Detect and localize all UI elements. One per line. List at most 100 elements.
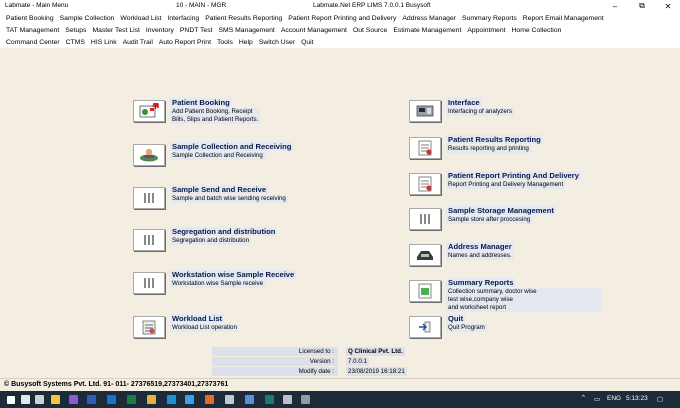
excel-icon[interactable] xyxy=(124,393,138,406)
menu-audit-trail[interactable]: Audit Trail xyxy=(120,39,156,46)
minimize-button[interactable]: – xyxy=(604,0,626,12)
menu-workload-list[interactable]: Workload List xyxy=(117,15,164,22)
tray-icon[interactable]: ▭ xyxy=(594,395,600,403)
sample-send-button[interactable] xyxy=(133,187,165,209)
tile-title: Interface xyxy=(446,98,482,107)
menu-row-3: Command Center CTMS HIS Link Audit Trail… xyxy=(3,36,317,48)
app-icon[interactable] xyxy=(222,393,236,406)
menu-his-link[interactable]: HIS Link xyxy=(88,39,120,46)
tile-title: Summary Reports xyxy=(446,278,516,287)
workstation-button[interactable] xyxy=(133,272,165,294)
start-icon[interactable] xyxy=(4,393,18,406)
version-value: 7.0.0.1 xyxy=(346,357,369,366)
desc-line: Sample and batch wise sending receiving xyxy=(172,195,286,202)
menu-row-2: TAT Management Setups Master Test List I… xyxy=(3,24,564,36)
desc-line: Bills, Slips and Patient Reports. xyxy=(172,116,259,123)
menu-results-reporting[interactable]: Patient Results Reporting xyxy=(202,15,285,22)
app-icon-3[interactable] xyxy=(298,393,312,406)
sample-collection-button[interactable] xyxy=(133,144,165,166)
tray-chevron-icon[interactable]: ^ xyxy=(582,395,585,401)
collection-icon xyxy=(140,148,158,162)
menu-home-collection[interactable]: Home Collection xyxy=(509,27,565,34)
results-button[interactable] xyxy=(409,137,441,159)
firefox-icon[interactable] xyxy=(202,393,216,406)
menu-report-printing[interactable]: Patient Report Printing and Delivery xyxy=(285,15,399,22)
menu-ctms[interactable]: CTMS xyxy=(63,39,88,46)
phone-icon xyxy=(417,251,433,260)
modify-label: Modify date : xyxy=(212,367,338,376)
publisher-icon[interactable] xyxy=(262,393,276,406)
quit-button[interactable] xyxy=(409,316,441,338)
task-view-icon[interactable] xyxy=(32,393,46,406)
desc-line: Report Printing and Delivery Management xyxy=(448,181,564,188)
edge-icon[interactable] xyxy=(164,393,178,406)
summary-button[interactable] xyxy=(409,280,441,302)
desc-line: Interfacing of analyzers xyxy=(448,108,512,115)
workload-button[interactable] xyxy=(133,316,165,338)
menu-tools[interactable]: Tools xyxy=(214,39,236,46)
menu-switch-user[interactable]: Switch User xyxy=(256,39,298,46)
menu-sms-management[interactable]: SMS Management xyxy=(216,27,278,34)
product-title: Labmate.Net ERP LIMS 7.0.0.1 Busysoft xyxy=(313,2,431,9)
menu-help[interactable]: Help xyxy=(236,39,256,46)
segregation-button[interactable] xyxy=(133,229,165,251)
clock[interactable]: 5:13:23 xyxy=(626,395,648,402)
desc-line: Results reporting and printing xyxy=(448,145,529,152)
copyright-text: © Busysoft Systems Pvt. Ltd. 91- 011- 27… xyxy=(4,381,229,388)
desc-line: Names and addresses. xyxy=(448,252,512,259)
tile-description: Names and addresses. xyxy=(446,252,514,260)
tile-description: Results reporting and printing xyxy=(446,145,531,153)
tile-title: Patient Booking xyxy=(170,98,232,107)
menu-command-center[interactable]: Command Center xyxy=(3,39,63,46)
language-indicator[interactable]: ENG xyxy=(607,395,621,402)
desc-line: Collection summary, doctor wise xyxy=(448,288,537,295)
menu-inventory[interactable]: Inventory xyxy=(143,27,177,34)
desc-line: test wise,company wise xyxy=(448,296,513,303)
menu-pndt-test[interactable]: PNDT Test xyxy=(177,27,216,34)
tile-description: Interfacing of analyzers xyxy=(446,108,514,116)
patient-booking-button[interactable] xyxy=(133,100,165,122)
menu-sample-collection[interactable]: Sample Collection xyxy=(57,15,118,22)
menu-tat-management[interactable]: TAT Management xyxy=(3,27,62,34)
report-printing-button[interactable] xyxy=(409,173,441,195)
menu-summary-reports[interactable]: Summary Reports xyxy=(459,15,520,22)
tile-description: Sample and batch wise sending receiving xyxy=(170,195,288,203)
app-icon-2[interactable] xyxy=(242,393,256,406)
notification-icon[interactable]: ▢ xyxy=(657,395,663,403)
menu-patient-booking[interactable]: Patient Booking xyxy=(3,15,57,22)
interface-button[interactable] xyxy=(409,100,441,122)
ie-icon[interactable] xyxy=(182,393,196,406)
maximize-button[interactable]: ⧉ xyxy=(631,0,653,12)
storage-button[interactable] xyxy=(409,208,441,230)
menu-auto-report-print[interactable]: Auto Report Print xyxy=(156,39,214,46)
menu-interfacing[interactable]: Interfacing xyxy=(164,15,202,22)
word-icon[interactable] xyxy=(84,393,98,406)
menu-report-email[interactable]: Report Email Management xyxy=(520,15,607,22)
menu-estimate-management[interactable]: Estimate Management xyxy=(390,27,464,34)
tile-description: Workstation wise Sample receive xyxy=(170,280,266,288)
report-icon xyxy=(418,140,432,156)
version-row: Version : 7.0.0.1 xyxy=(212,357,410,366)
close-button[interactable]: ✕ xyxy=(657,0,679,12)
chrome-icon[interactable] xyxy=(144,393,158,406)
desc-line: Sample Collection and Receiving xyxy=(172,152,263,159)
license-row: Licensed to : Q Clinical Pvt. Ltd. xyxy=(212,347,410,356)
search-icon[interactable] xyxy=(18,393,32,406)
app-title: Labmate - Main Menu xyxy=(5,2,69,9)
outlook-icon[interactable] xyxy=(104,393,118,406)
visual-studio-icon[interactable] xyxy=(66,393,80,406)
menu-appointment[interactable]: Appointment xyxy=(464,27,508,34)
analyzer-icon xyxy=(416,105,434,117)
menu-address-manager[interactable]: Address Manager xyxy=(399,15,459,22)
menu-quit[interactable]: Quit xyxy=(298,39,316,46)
explorer-icon[interactable] xyxy=(48,393,62,406)
menu-out-source[interactable]: Out Source xyxy=(350,27,390,34)
modify-row: Modify date : 23/08/2019 16:18:21 xyxy=(212,367,410,376)
menu-account-management[interactable]: Account Management xyxy=(278,27,350,34)
address-button[interactable] xyxy=(409,244,441,266)
labmate-icon[interactable] xyxy=(280,393,294,406)
menu-setups[interactable]: Setups xyxy=(62,27,89,34)
menu-master-test-list[interactable]: Master Test List xyxy=(89,27,142,34)
desc-line: Sample store after proccesing xyxy=(448,216,531,223)
tile-description: Workload List operation xyxy=(170,324,239,332)
